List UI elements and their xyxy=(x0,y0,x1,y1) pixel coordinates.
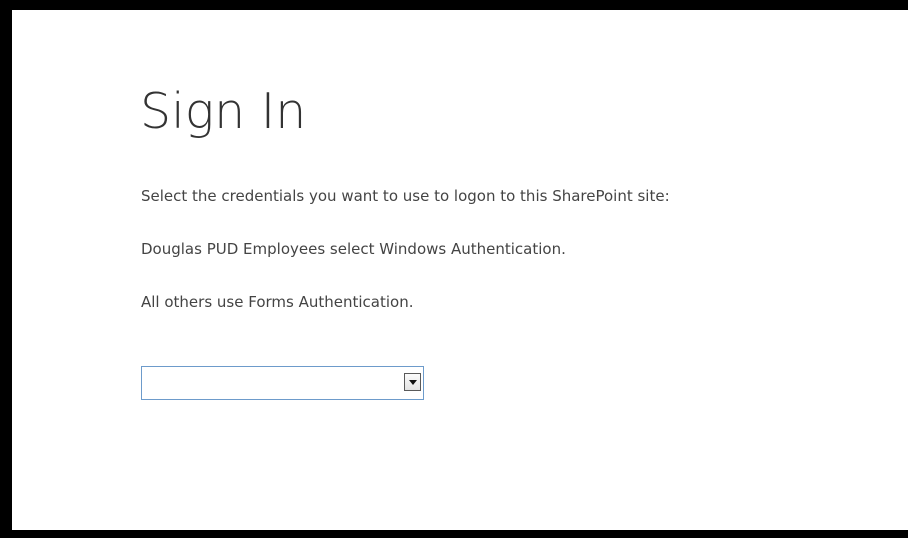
instruction-text: Douglas PUD Employees select Windows Aut… xyxy=(141,240,566,258)
chevron-down-icon xyxy=(408,379,417,385)
instruction-text: All others use Forms Authentication. xyxy=(141,293,414,311)
dropdown-button[interactable] xyxy=(404,373,421,391)
instruction-text: Select the credentials you want to use t… xyxy=(141,187,670,205)
sign-in-panel: Sign In Select the credentials you want … xyxy=(12,10,908,530)
credential-select[interactable] xyxy=(141,366,424,400)
page-title: Sign In xyxy=(140,83,307,140)
